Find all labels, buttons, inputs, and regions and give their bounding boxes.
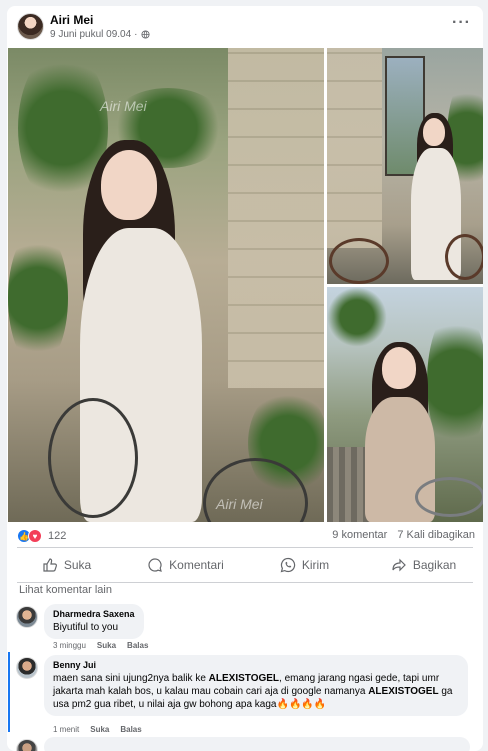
comment-reply-button[interactable]: Balas bbox=[127, 641, 148, 650]
post-header: Airi Mei 9 Juni pukul 09.04 · ··· bbox=[7, 6, 483, 46]
share-count[interactable]: 7 Kali dibagikan bbox=[397, 529, 475, 541]
dot-separator: · bbox=[134, 29, 138, 40]
share-label: Bagikan bbox=[412, 558, 457, 572]
comment-footer: 1 menit Suka Balas bbox=[53, 725, 142, 734]
watermark-text: Airi Mei bbox=[216, 496, 263, 512]
post-meta: 9 Juni pukul 09.04 · bbox=[50, 29, 150, 40]
commenter-avatar[interactable] bbox=[16, 739, 38, 751]
comment-text: maen sana sini ujung2nya balik ke ALEXIS… bbox=[53, 673, 453, 710]
more-options-icon[interactable]: ··· bbox=[452, 14, 471, 32]
love-reaction-icon: ♥ bbox=[28, 529, 42, 543]
comment-reply-button[interactable]: Balas bbox=[120, 725, 141, 734]
reaction-summary[interactable]: 👍 ♥ 122 bbox=[17, 529, 66, 543]
public-globe-icon bbox=[140, 30, 150, 39]
commenter-avatar[interactable] bbox=[16, 657, 38, 679]
comment-bubble bbox=[44, 737, 470, 751]
see-more-comments-link[interactable]: Lihat komentar lain bbox=[19, 584, 112, 596]
comment-bubble: Dharmedra Saxena Biyutiful to you bbox=[44, 604, 144, 639]
comment-bubble: Benny Jui maen sana sini ujung2nya balik… bbox=[44, 655, 468, 716]
comment-item: Benny Jui maen sana sini ujung2nya balik… bbox=[7, 655, 483, 735]
action-bar: Suka Komentari Kirim Bagikan bbox=[7, 549, 483, 581]
like-label: Suka bbox=[63, 558, 92, 572]
comment-time[interactable]: 1 menit bbox=[53, 725, 79, 734]
comment-like-button[interactable]: Suka bbox=[97, 641, 116, 650]
comment-bubble-icon bbox=[148, 558, 162, 572]
photo-grid: Airi Mei Airi Mei bbox=[8, 48, 483, 522]
author-avatar[interactable] bbox=[17, 13, 44, 40]
divider bbox=[17, 547, 473, 548]
send-label: Kirim bbox=[301, 558, 330, 572]
photo-main[interactable]: Airi Mei Airi Mei bbox=[8, 48, 324, 522]
comment-label: Komentari bbox=[169, 558, 224, 572]
share-arrow-icon bbox=[392, 558, 406, 572]
comment-time[interactable]: 3 minggu bbox=[53, 641, 86, 650]
comment-count[interactable]: 9 komentar bbox=[332, 529, 387, 541]
post-timestamp[interactable]: 9 Juni pukul 09.04 bbox=[50, 29, 131, 40]
send-button[interactable]: Kirim bbox=[245, 549, 364, 581]
commenter-name[interactable]: Dharmedra Saxena bbox=[53, 609, 135, 619]
watermark-text: Airi Mei bbox=[100, 98, 147, 114]
comment-like-button[interactable]: Suka bbox=[90, 725, 109, 734]
post-card: Airi Mei 9 Juni pukul 09.04 · ··· Airi M… bbox=[7, 6, 483, 751]
commenter-name[interactable]: Benny Jui bbox=[53, 660, 459, 670]
comment-footer: 3 minggu Suka Balas bbox=[53, 641, 148, 650]
share-button[interactable]: Bagikan bbox=[364, 549, 483, 581]
photo-top-right[interactable] bbox=[327, 48, 483, 284]
like-button[interactable]: Suka bbox=[7, 549, 126, 581]
reaction-count: 122 bbox=[48, 530, 67, 542]
photo-bottom-right[interactable] bbox=[327, 287, 483, 522]
thumbs-up-icon bbox=[43, 558, 57, 572]
post-stats: 👍 ♥ 122 9 komentar 7 Kali dibagikan bbox=[7, 527, 483, 547]
comment-text: Biyutiful to you bbox=[53, 622, 119, 633]
author-name[interactable]: Airi Mei bbox=[50, 13, 93, 27]
divider bbox=[17, 582, 473, 583]
comment-button[interactable]: Komentari bbox=[126, 549, 245, 581]
commenter-avatar[interactable] bbox=[16, 606, 38, 628]
whatsapp-icon bbox=[280, 557, 296, 573]
comment-item: Dharmedra Saxena Biyutiful to you 3 ming… bbox=[7, 604, 483, 654]
